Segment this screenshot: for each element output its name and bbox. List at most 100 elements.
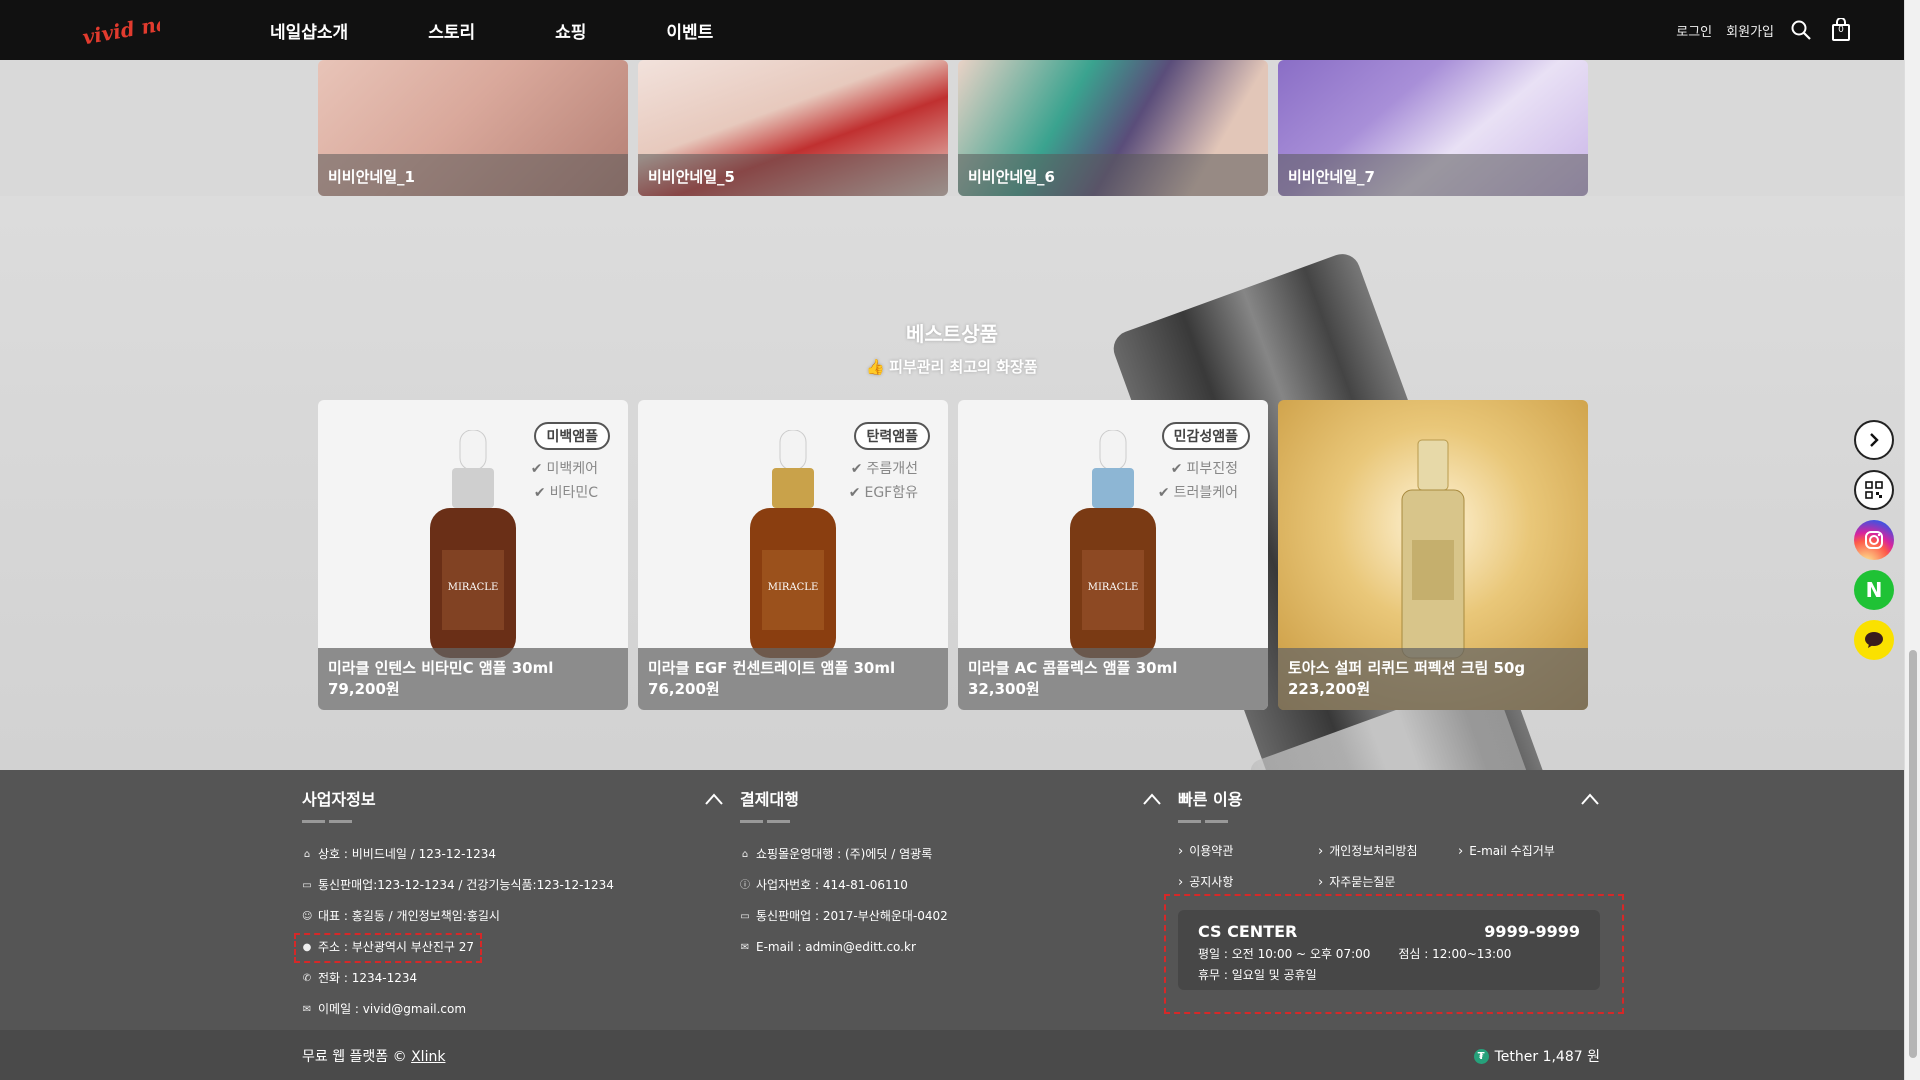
title-underline (302, 820, 352, 823)
product-price: 32,300원 (968, 680, 1040, 698)
biz-info-row: ✉ 이메일 : vivid@gmail.com (302, 994, 732, 1025)
product-caption: 토아스 설퍼 리퀴드 퍼펙션 크림 50g 223,200원 (1278, 648, 1588, 710)
signup-link[interactable]: 회원가입 (1726, 21, 1774, 40)
ampoule-bottle-image: MIRACLE (1070, 430, 1156, 658)
product-card[interactable]: 미백앰플 ✔ 미백케어 ✔ 비타민C MIRACLE 미라클 인텐스 비타민C 앰플… (318, 400, 628, 710)
best-subtitle: 피부관리 최고의 화장품 (889, 358, 1038, 376)
footer-quick-title: 빠른 이용 (1178, 790, 1243, 809)
product-card[interactable]: 토아스 설퍼 리퀴드 퍼펙션 크림 50g 223,200원 (1278, 400, 1588, 710)
gallery-caption: 비비안네일_6 (958, 154, 1268, 196)
qr-code-button[interactable] (1854, 470, 1894, 510)
ampoule-bottle-image: MIRACLE (430, 430, 516, 658)
home-icon: ⌂ (303, 849, 311, 860)
biz-info-row: ● 주소 : 부산광역시 부산진구 27 (294, 932, 732, 963)
main-nav: 네일샵소개 스토리 쇼핑 이벤트 (270, 0, 793, 60)
svg-text:MIRACLE: MIRACLE (768, 582, 819, 593)
gallery-caption: 비비안네일_7 (1278, 154, 1588, 196)
best-title: 베스트상품 (906, 322, 998, 346)
product-badge: 탄력앰플 (854, 422, 930, 450)
cart-icon[interactable]: 0 (1828, 17, 1854, 43)
page-scrollbar[interactable] (1904, 0, 1920, 1080)
chevron-right-icon (1870, 433, 1879, 447)
gallery-card[interactable]: 비비안네일_5 (638, 60, 948, 196)
id-card-icon: ▭ (740, 911, 750, 922)
best-subtitle-row: 👍 피부관리 최고의 화장품 (0, 356, 1904, 377)
thumbs-up-icon: 👍 (866, 358, 886, 376)
footer-pay-title: 결제대행 (740, 790, 799, 809)
footer-business-info: 사업자정보 ⌂ 상호 : 비비드네일 / 123-12-1234 ▭ 통신판매업:1… (294, 786, 732, 1025)
product-badge: 미백앰플 (534, 422, 610, 450)
scrollbar-thumb[interactable] (1909, 650, 1917, 1058)
biz-info-row: ⌂ 상호 : 비비드네일 / 123-12-1234 (302, 839, 732, 870)
login-link[interactable]: 로그인 (1676, 21, 1712, 40)
mail-icon: ✉ (740, 942, 750, 953)
product-card[interactable]: 민감성앰플 ✔ 피부진정 ✔ 트러블케어 MIRACLE 미라클 AC 콤플렉스 앰… (958, 400, 1268, 710)
vivid-nail-logo[interactable]: vivid nail (80, 12, 160, 48)
cs-center-box: CS CENTER 9999-9999 평일 : 오전 10:00 ~ 오후 0… (1178, 910, 1600, 990)
kakao-chat-button[interactable] (1854, 620, 1894, 660)
map-pin-icon: ● (302, 942, 312, 953)
product-name: 토아스 설퍼 리퀴드 퍼펙션 크림 50g (1288, 659, 1526, 677)
product-name: 미라클 인텐스 비타민C 앰플 30ml (328, 659, 554, 677)
gallery-card[interactable]: 비비안네일_6 (958, 60, 1268, 196)
collapse-caret-icon[interactable] (704, 792, 724, 806)
pay-info-row: ▭ 통신판매업 : 2017-부산해운대-0402 (740, 901, 1170, 932)
mail-icon: ✉ (302, 1004, 312, 1015)
svg-text:MIRACLE: MIRACLE (1088, 582, 1139, 593)
quick-link-privacy[interactable]: 개인정보처리방침 (1318, 839, 1458, 864)
gallery-caption: 비비안네일_5 (638, 154, 948, 196)
svg-text:MIRACLE: MIRACLE (448, 582, 499, 593)
title-underline (1178, 820, 1228, 823)
address-highlight: ● 주소 : 부산광역시 부산진구 27 (294, 932, 483, 963)
collapse-caret-icon[interactable] (1142, 792, 1162, 806)
product-name: 미라클 EGF 컨센트레이트 앰플 30ml (648, 659, 896, 677)
footer-biz-title: 사업자정보 (302, 790, 376, 809)
nail-gallery: 비비안네일_1 비비안네일_5 비비안네일_6 비비안네일_7 (318, 60, 1588, 196)
pay-info-row: ⓘ 사업자번호 : 414-81-06110 (740, 870, 1170, 901)
cream-bottle-image (1401, 439, 1465, 659)
quick-link-notice[interactable]: 공지사항 (1178, 870, 1318, 895)
quick-link-faq[interactable]: 자주묻는질문 (1318, 870, 1458, 895)
qr-code-icon (1865, 481, 1883, 499)
search-icon[interactable] (1788, 17, 1814, 43)
cs-center-phone: 9999-9999 (1484, 922, 1580, 941)
phone-icon: ✆ (302, 973, 312, 984)
ampoule-bottle-image: MIRACLE (750, 430, 836, 658)
nav-item-story[interactable]: 스토리 (428, 18, 475, 43)
nav-item-event[interactable]: 이벤트 (666, 18, 713, 43)
gallery-card[interactable]: 비비안네일_1 (318, 60, 628, 196)
tether-icon: ₮ (1473, 1048, 1489, 1064)
gallery-caption: 비비안네일_1 (318, 154, 628, 196)
product-caption: 미라클 EGF 컨센트레이트 앰플 30ml 76,200원 (638, 648, 948, 710)
footer-quick-links: 빠른 이용 이용약관 개인정보처리방침 E-mail 수집거부 공지사항 자주묻… (1178, 786, 1608, 895)
info-icon: ⓘ (740, 880, 750, 891)
footer-bottom-bar: 무료 웹 플랫폼 © Xlink ₮ Tether 1,487 원 (0, 1030, 1904, 1080)
next-arrow-button[interactable] (1854, 420, 1894, 460)
nav-item-intro[interactable]: 네일샵소개 (270, 18, 348, 43)
product-price: 223,200원 (1288, 680, 1371, 698)
tether-price: ₮ Tether 1,487 원 (1473, 1046, 1600, 1066)
naver-button[interactable]: N (1854, 570, 1894, 610)
naver-icon: N (1865, 578, 1883, 602)
product-caption: 미라클 인텐스 비타민C 앰플 30ml 79,200원 (318, 648, 628, 710)
product-name: 미라클 AC 콤플렉스 앰플 30ml (968, 659, 1178, 677)
instagram-icon (1865, 531, 1883, 549)
cs-hours-row: 평일 : 오전 10:00 ~ 오후 07:00 점심 : 12:00~13:00 (1198, 947, 1512, 961)
nav-item-shopping[interactable]: 쇼핑 (555, 18, 586, 43)
quick-link-terms[interactable]: 이용약관 (1178, 839, 1318, 864)
instagram-button[interactable] (1854, 520, 1894, 560)
cart-count: 0 (1838, 25, 1844, 35)
biz-info-row: ▭ 통신판매업:123-12-1234 / 건강기능식품:123-12-1234 (302, 870, 732, 901)
quick-link-email-refusal[interactable]: E-mail 수집거부 (1458, 839, 1608, 864)
copyright: 무료 웹 플랫폼 © Xlink (302, 1049, 446, 1065)
gallery-card[interactable]: 비비안네일_7 (1278, 60, 1588, 196)
product-feature: ✔ 미백케어 (530, 461, 598, 477)
xlink-link[interactable]: Xlink (411, 1049, 445, 1065)
product-card[interactable]: 탄력앰플 ✔ 주름개선 ✔ EGF함유 MIRACLE 미라클 EGF 컨센트레이트… (638, 400, 948, 710)
product-feature: ✔ 주름개선 (850, 461, 918, 477)
product-feature: ✔ EGF함유 (848, 485, 918, 501)
biz-info-row: ✆ 전화 : 1234-1234 (302, 963, 732, 994)
svg-text:vivid nail: vivid nail (81, 12, 160, 48)
collapse-caret-icon[interactable] (1580, 792, 1600, 806)
user-icon: ☺ (302, 911, 313, 922)
